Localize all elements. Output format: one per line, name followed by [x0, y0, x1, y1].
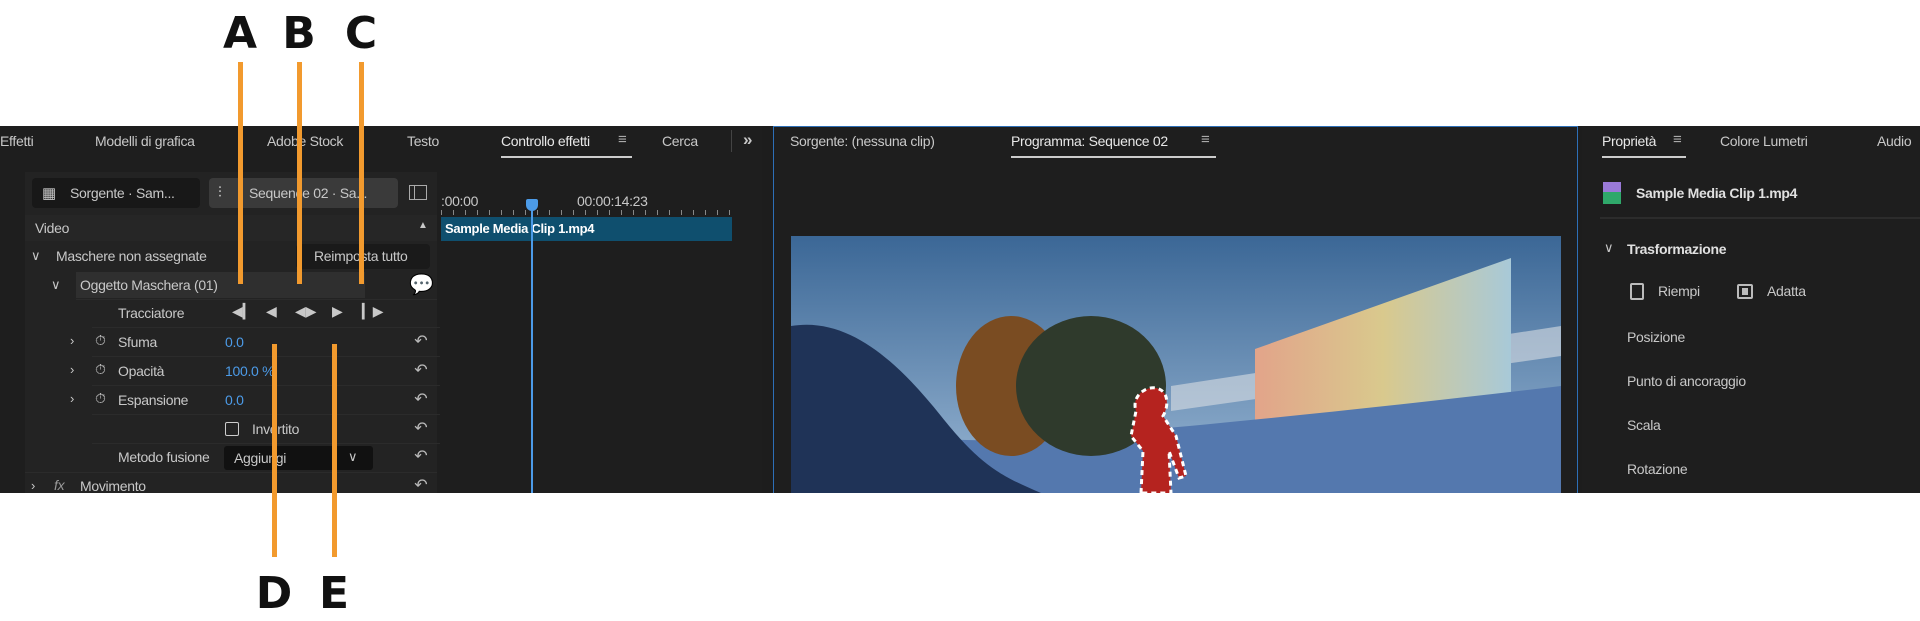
panel-menu-icon[interactable]: ≡: [1673, 131, 1682, 148]
masks-group-label: Maschere non assegnate: [56, 248, 207, 264]
callout-c: C: [344, 8, 378, 59]
position-label: Posizione: [1627, 329, 1686, 345]
overflow-tabs-button[interactable]: »: [743, 130, 752, 150]
stopwatch-icon[interactable]: ⏱: [95, 332, 106, 349]
divider: [731, 130, 732, 152]
comment-icon[interactable]: 💬: [409, 272, 434, 297]
tab-source-monitor[interactable]: Sorgente: (nessuna clip): [790, 133, 935, 149]
tab-program-monitor[interactable]: Programma: Sequence 02: [1011, 133, 1168, 149]
opacity-value[interactable]: 100.0 %: [225, 363, 275, 379]
fx-icon: fx: [54, 477, 65, 493]
track-backward-one-frame-button[interactable]: ◀▎: [232, 303, 254, 320]
expansion-value[interactable]: 0.0: [225, 392, 244, 408]
sequence-button-label: Sequence 02 · Sa...: [249, 185, 368, 201]
tab-testo[interactable]: Testo: [407, 133, 439, 149]
active-tab-underline: [501, 156, 632, 158]
track-forward-button[interactable]: ▶: [332, 303, 343, 320]
video-header: [25, 215, 437, 241]
stopwatch-icon[interactable]: ⏱: [95, 361, 106, 378]
callout-line-e: [332, 344, 337, 557]
callout-line-c: [359, 62, 364, 284]
toggle-timeline-icon[interactable]: [409, 185, 427, 200]
callout-line-a: [238, 62, 243, 284]
blend-mode-select[interactable]: Aggiungi ∨: [224, 446, 373, 470]
fit-button[interactable]: Adatta: [1767, 283, 1806, 299]
tab-cerca[interactable]: Cerca: [662, 133, 698, 149]
tab-lumetri-color[interactable]: Colore Lumetri: [1720, 133, 1808, 149]
callout-line-b: [297, 62, 302, 284]
tab-audio[interactable]: Audio: [1877, 133, 1912, 149]
source-button-label: Sorgente · Sam...: [70, 185, 175, 201]
stopwatch-icon[interactable]: ⏱: [95, 390, 106, 407]
sequence-icon: ⫶: [218, 184, 222, 201]
chevron-right-icon[interactable]: ›: [70, 362, 74, 377]
panel-menu-icon[interactable]: ≡: [618, 131, 627, 148]
clip-label: Sample Media Clip 1.mp4: [445, 221, 595, 236]
blend-mode-label: Metodo fusione: [118, 449, 210, 465]
property-label: Opacità: [118, 363, 165, 379]
feather-value[interactable]: 0.0: [225, 334, 244, 350]
blend-mode-value: Aggiungi: [234, 450, 287, 466]
callout-line-d: [272, 344, 277, 557]
rotation-label: Rotazione: [1627, 461, 1688, 477]
mask-object-label: Oggetto Maschera (01): [80, 277, 218, 293]
tab-adobe-stock[interactable]: Adobe Stock: [267, 133, 343, 149]
divider: [1600, 217, 1920, 219]
fill-button[interactable]: Riempi: [1658, 283, 1700, 299]
track-backward-button[interactable]: ◀: [266, 303, 277, 320]
tracker-label: Tracciatore: [118, 305, 185, 321]
track-both-directions-button[interactable]: ◀▶: [295, 303, 317, 320]
divider: [25, 472, 437, 473]
timecode-current: 00:00:14:23: [577, 193, 648, 209]
reset-icon[interactable]: ↶: [411, 363, 431, 379]
property-label: Sfuma: [118, 334, 157, 350]
reset-icon[interactable]: ↶: [411, 334, 431, 350]
reset-icon[interactable]: ↶: [411, 449, 431, 465]
property-label: Espansione: [118, 392, 189, 408]
chevron-down-icon[interactable]: ∨: [31, 248, 41, 264]
chevron-down-icon[interactable]: ∨: [1604, 240, 1614, 256]
reset-icon[interactable]: ↶: [411, 392, 431, 408]
active-tab-underline: [1011, 156, 1216, 158]
chevron-right-icon[interactable]: ›: [31, 478, 35, 493]
chevron-down-icon[interactable]: ∨: [51, 277, 61, 293]
inverted-checkbox[interactable]: [225, 422, 239, 436]
scale-label: Scala: [1627, 417, 1661, 433]
tab-effetti[interactable]: Effetti: [0, 133, 34, 149]
section-transform: Trasformazione: [1627, 241, 1727, 257]
callout-b: B: [282, 8, 316, 59]
timeline-clip[interactable]: Sample Media Clip 1.mp4: [441, 217, 732, 241]
tab-controllo-effetti[interactable]: Controllo effetti: [501, 133, 590, 149]
playhead-line[interactable]: [531, 209, 533, 493]
clip-icon: [1603, 182, 1621, 204]
track-forward-one-frame-button[interactable]: ▎▶: [362, 303, 384, 320]
callout-e: E: [318, 568, 350, 619]
motion-label: Movimento: [80, 478, 146, 494]
anchor-point-label: Punto di ancoraggio: [1627, 373, 1746, 389]
collapse-up-icon[interactable]: ▲: [418, 220, 428, 231]
divider: [76, 299, 437, 300]
video-frame[interactable]: [791, 236, 1561, 493]
tab-properties[interactable]: Proprietà: [1602, 133, 1656, 149]
panel-menu-icon[interactable]: ≡: [1201, 131, 1210, 148]
chevron-right-icon[interactable]: ›: [70, 333, 74, 348]
fit-frame-icon[interactable]: [1737, 284, 1753, 299]
timecode-start: :00:00: [441, 193, 479, 209]
chevron-right-icon[interactable]: ›: [70, 391, 74, 406]
clip-icon: ▦: [42, 185, 56, 202]
section-video: Video: [35, 220, 70, 236]
properties-panel: [1582, 126, 1920, 493]
divider: [92, 327, 453, 328]
callout-d: D: [255, 568, 293, 619]
tab-modelli-grafica[interactable]: Modelli di grafica: [95, 133, 195, 149]
chevron-down-icon: ∨: [348, 449, 358, 464]
fill-frame-icon[interactable]: [1630, 283, 1644, 300]
time-ruler[interactable]: [441, 210, 732, 215]
reset-icon[interactable]: ↶: [411, 478, 431, 494]
source-clip-button[interactable]: ▦ Sorgente · Sam...: [32, 178, 200, 208]
callout-a: A: [222, 8, 258, 59]
clip-name: Sample Media Clip 1.mp4: [1636, 185, 1798, 201]
active-tab-underline: [1602, 156, 1686, 158]
reset-icon[interactable]: ↶: [411, 421, 431, 437]
